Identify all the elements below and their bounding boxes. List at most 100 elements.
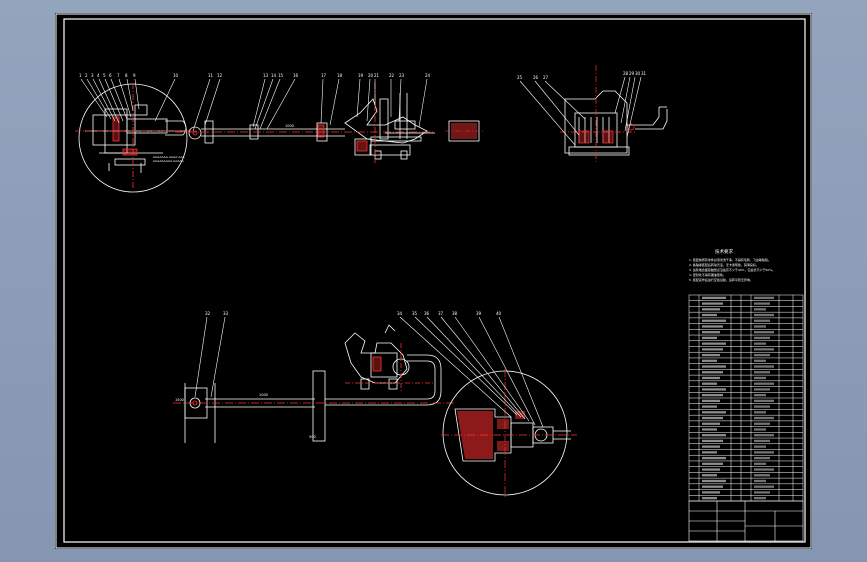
- svg-text:31: 31: [641, 71, 647, 76]
- parts-table-entry: [754, 296, 774, 300]
- parts-table-entry: [702, 485, 723, 488]
- parts-table-entry: [702, 302, 723, 305]
- parts-table-entry: [754, 365, 774, 368]
- parts-table-entry: [754, 434, 774, 437]
- svg-text:10: 10: [173, 73, 179, 78]
- parts-table-entry: [754, 468, 774, 471]
- parts-table-entry: [702, 313, 717, 317]
- svg-text:8: 8: [125, 73, 128, 78]
- parts-table-entry: [702, 371, 723, 374]
- svg-text:30: 30: [635, 71, 641, 76]
- svg-text:9: 9: [133, 73, 136, 78]
- svg-text:1000: 1000: [285, 124, 294, 128]
- svg-text:20: 20: [368, 73, 374, 78]
- parts-table-entry: [702, 325, 723, 328]
- top-right-view-red: [560, 65, 635, 163]
- svg-text:38: 38: [452, 311, 458, 316]
- parts-table-entry: [702, 365, 726, 368]
- parts-table-entry: [754, 319, 770, 322]
- parts-table-entry: [754, 428, 766, 431]
- parts-table-entry: [702, 382, 717, 385]
- parts-table-entry: [754, 331, 774, 334]
- parts-table-entry: [702, 434, 726, 437]
- parts-table-entry: [702, 359, 717, 362]
- parts-table-entry: [702, 308, 720, 311]
- parts-table-entry: [754, 422, 770, 425]
- parts-table-entry: [702, 296, 726, 300]
- parts-table-entry: [754, 456, 770, 460]
- parts-table-entry: [754, 313, 774, 317]
- parts-table-entry: [702, 405, 717, 408]
- parts-table-entry: [754, 496, 766, 500]
- parts-table-entry: [702, 348, 723, 351]
- parts-table-entry: [754, 416, 774, 420]
- parts-table-entry: [702, 496, 717, 500]
- title-block: [688, 500, 804, 542]
- svg-text:29: 29: [629, 71, 635, 76]
- parts-table-entry: [702, 428, 717, 431]
- svg-text:32: 32: [205, 311, 211, 316]
- svg-text:3: 3: [91, 73, 94, 78]
- svg-text:4: 4: [97, 73, 100, 78]
- svg-text:2: 2: [85, 73, 88, 78]
- parts-table-entry: [754, 353, 770, 357]
- svg-text:5: 5: [103, 73, 106, 78]
- parts-table-entry: [754, 302, 770, 305]
- svg-text:27: 27: [543, 75, 549, 80]
- parts-table-entry: [702, 416, 723, 420]
- svg-text:23: 23: [399, 73, 405, 78]
- parts-table-entry: [702, 319, 726, 322]
- svg-text:28: 28: [623, 71, 629, 76]
- svg-text:13: 13: [263, 73, 269, 78]
- parts-table-entry: [702, 468, 720, 471]
- svg-text:1. 装配前所有零件必须清洗干净，不得有毛刺、飞边等缺陷。: 1. 装配前所有零件必须清洗干净，不得有毛刺、飞边等缺陷。: [689, 257, 771, 262]
- parts-table-entry: [702, 399, 720, 403]
- cad-viewport[interactable]: 123 456 789 10 11 AAAAAAA AAAA AAA AAAAAA…: [0, 0, 867, 562]
- top-right-balloons: 25 26 27 28 29 30 31: [517, 71, 647, 80]
- svg-text:33: 33: [223, 311, 229, 316]
- parts-table-entry: [754, 388, 770, 391]
- svg-text:15: 15: [278, 73, 284, 78]
- svg-text:6: 6: [109, 73, 112, 78]
- svg-text:24: 24: [425, 73, 431, 78]
- svg-text:34: 34: [397, 311, 403, 316]
- parts-table-entry: [702, 388, 726, 391]
- parts-table-entry: [754, 411, 766, 414]
- bottom-assembly: [184, 324, 442, 443]
- parts-table-entry: [754, 399, 774, 403]
- shaft-assembly-top-red: [175, 83, 435, 163]
- svg-text:500: 500: [309, 435, 316, 439]
- notes-title: 技术要求: [715, 248, 733, 255]
- parts-table-entry: [702, 439, 723, 443]
- svg-text:16: 16: [293, 73, 299, 78]
- svg-text:39: 39: [476, 311, 482, 316]
- parts-table-entry: [754, 348, 774, 351]
- parts-table-entry: [702, 336, 717, 340]
- detail-top-left-notes: AAAAAAA AAAA AAA AAAAAAAAA AAAAA: [153, 155, 186, 163]
- parts-table-entry: [754, 371, 770, 374]
- parts-table-entry: [702, 353, 720, 357]
- parts-table-entry: [754, 342, 766, 345]
- parts-table-entry: [754, 491, 770, 494]
- bottom-leader-lines: [194, 316, 544, 428]
- parts-table-entry: [754, 462, 766, 465]
- shaft-assembly-top: [188, 93, 435, 160]
- parts-table-entry: [702, 445, 720, 448]
- section-view-small: [445, 120, 483, 142]
- parts-table-entry: [754, 308, 766, 311]
- svg-text:17: 17: [321, 73, 327, 78]
- parts-table-entry: [754, 445, 766, 448]
- parts-table-entry: [702, 376, 720, 380]
- svg-text:1000: 1000: [259, 393, 268, 397]
- svg-text:1: 1: [79, 73, 82, 78]
- bottom-labels: 1500 1000 500: [175, 393, 316, 439]
- parts-table-entry: [754, 336, 770, 340]
- drawing-sheet[interactable]: 123 456 789 10 11 AAAAAAA AAAA AAA AAAAAA…: [55, 13, 812, 549]
- svg-text:4. 密封处不得有漏油现象。: 4. 密封处不得有漏油现象。: [689, 272, 726, 277]
- parts-table-entry: [754, 325, 766, 328]
- parts-table-entry: [702, 451, 717, 454]
- parts-table-entry: [754, 382, 774, 385]
- svg-text:AAAAAAAAA AAAAA: AAAAAAAAA AAAAA: [153, 159, 185, 163]
- svg-text:12: 12: [217, 73, 223, 78]
- svg-text:5. 装配完毕后进行空载试验，运转平稳无异响。: 5. 装配完毕后进行空载试验，运转平稳无异响。: [689, 277, 753, 282]
